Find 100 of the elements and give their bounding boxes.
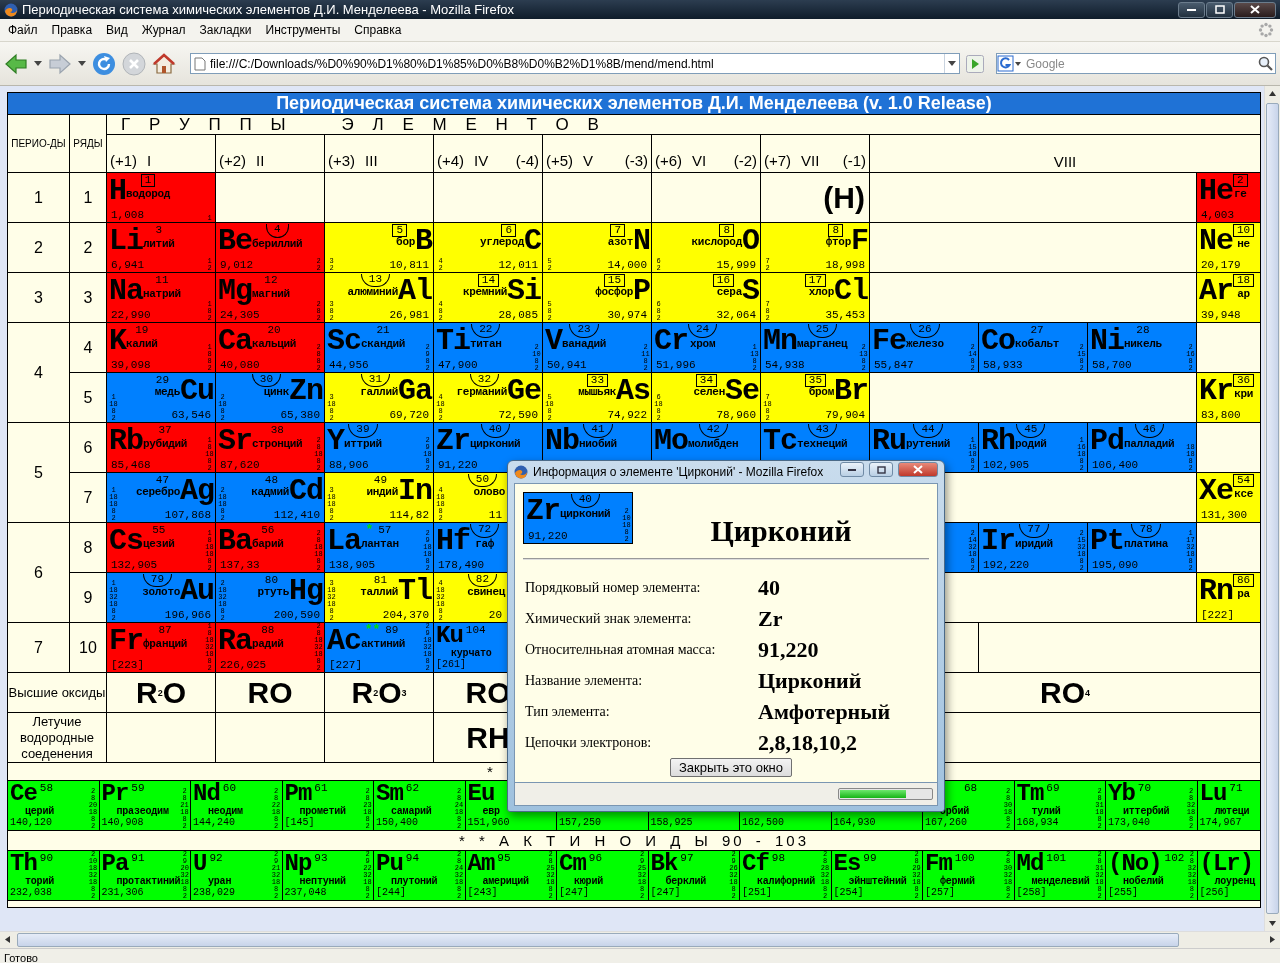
atomic-mass: 237,048 — [284, 887, 328, 900]
element-symbol: Pu — [376, 853, 403, 875]
element-name: гаф — [475, 538, 495, 551]
back-arrow-icon[interactable] — [4, 51, 28, 76]
element-name: серебро — [135, 486, 180, 498]
element-symbol: H — [109, 176, 126, 206]
element-name: рубидий — [143, 438, 188, 451]
close-icon — [913, 465, 923, 474]
atomic-mass: 192,220 — [982, 559, 1030, 572]
oxidation-state: (+4) — [437, 152, 465, 169]
search-box[interactable]: Google — [996, 53, 1276, 74]
atomic-mass: 58,700 — [1091, 359, 1132, 372]
atomic-mass: 72,590 — [498, 409, 539, 422]
maximize-icon — [876, 465, 886, 474]
reload-icon[interactable] — [92, 51, 116, 76]
element-name: кальций — [252, 338, 297, 351]
atomic-number: 57 — [377, 525, 393, 536]
atomic-mass: 131,300 — [1200, 509, 1248, 522]
element-symbol: Ku — [436, 625, 463, 647]
scroll-right-icon[interactable] — [1270, 936, 1275, 943]
column-header: РЯДЫ — [70, 115, 106, 172]
atomic-number: 3 — [154, 225, 164, 236]
group-number: II — [256, 152, 266, 169]
scroll-up-icon[interactable] — [1269, 91, 1276, 96]
menu-item[interactable]: Файл — [0, 23, 44, 37]
scroll-left-icon[interactable] — [5, 936, 10, 943]
menu-item[interactable]: Справка — [346, 23, 408, 37]
atomic-mass: 88,906 — [328, 459, 369, 472]
element-name: калий — [126, 338, 158, 351]
element-symbol: Np — [284, 853, 312, 875]
row-number: 9 — [70, 573, 106, 622]
atomic-number: 97 — [679, 853, 695, 864]
atomic-mass: 39,098 — [110, 359, 151, 372]
atomic-mass: 238,029 — [193, 887, 236, 900]
close-button[interactable] — [1234, 1, 1276, 18]
element-name: бром — [808, 386, 834, 398]
element-symbol: La — [327, 526, 361, 556]
home-icon[interactable] — [152, 51, 176, 76]
atomic-number: 94 — [404, 853, 420, 864]
atomic-mass: [223] — [110, 659, 144, 672]
google-g-icon[interactable] — [997, 55, 1023, 72]
atomic-mass: 14,000 — [607, 259, 648, 272]
element-symbol: Mn — [763, 326, 797, 356]
element-symbol: Fe — [872, 326, 906, 356]
window-title: Периодическая система химических элементов Д.И. Менделеева - Mozilla Firefox — [22, 2, 516, 17]
search-icon[interactable] — [1257, 55, 1275, 72]
element-name: евр — [481, 804, 501, 818]
element-symbol: As — [616, 376, 650, 406]
minimize-icon — [848, 468, 856, 471]
element-name: ниобий — [579, 438, 617, 451]
atomic-mass: [261] — [436, 659, 467, 672]
atomic-number: 8 — [828, 224, 843, 237]
address-field[interactable]: file:///C:/Downloads/%D0%90%D1%80%D1%85%D0%B8%D0%B2%D1%8B/mend/mend.html — [190, 53, 960, 74]
element-name: фосфор — [595, 286, 633, 298]
element-name: родий — [1015, 438, 1047, 451]
element-name: ге — [1234, 188, 1247, 201]
dropdown-caret-icon[interactable] — [34, 60, 42, 67]
menu-item[interactable]: Закладки — [191, 23, 258, 37]
atomic-number: 12 — [263, 275, 279, 286]
element-symbol: Tm — [1016, 783, 1044, 805]
vertical-scrollbar[interactable] — [1264, 86, 1280, 931]
horizontal-scrollbar[interactable] — [0, 931, 1280, 948]
atomic-number: 71 — [1228, 783, 1244, 794]
atomic-number: 70 — [1136, 783, 1152, 794]
atomic-number: 4 — [265, 224, 289, 238]
atomic-mass: 162,500 — [742, 817, 785, 830]
minimize-button[interactable] — [1178, 1, 1205, 18]
element-name: индий — [366, 486, 398, 498]
element-name: нептуний — [298, 875, 347, 888]
maximize-button[interactable] — [869, 462, 893, 477]
atomic-mass: 91,220 — [437, 459, 478, 472]
element-symbol: Eu — [467, 783, 495, 805]
menu-item[interactable]: Инструменты — [257, 23, 347, 37]
atomic-number: 100 — [953, 853, 976, 864]
atomic-mass: 132,905 — [110, 559, 158, 572]
element-symbol: Nb — [545, 426, 579, 456]
minimize-button[interactable] — [840, 462, 864, 477]
atomic-mass: 39,948 — [1200, 309, 1241, 322]
element-name: тулий — [1030, 804, 1062, 818]
menu-item[interactable]: Правка — [43, 23, 99, 37]
close-window-button[interactable]: Закрыть это окно — [670, 758, 792, 777]
minimize-icon — [1187, 8, 1196, 11]
asterisk: ** — [364, 624, 381, 636]
atomic-mass: 1,008 — [110, 209, 144, 222]
element-symbol: Sm — [376, 783, 403, 805]
element-name: натрий — [143, 288, 181, 301]
maximize-button[interactable] — [1206, 1, 1233, 18]
menu-item[interactable]: Журнал — [133, 23, 192, 37]
element-name: хром — [690, 338, 716, 351]
element-symbol: O — [742, 226, 759, 256]
atomic-mass: 106,400 — [1091, 459, 1139, 472]
menu-item[interactable]: Вид — [98, 23, 134, 37]
atomic-mass: [256] — [1199, 887, 1231, 900]
atomic-mass: 158,925 — [650, 817, 694, 830]
dropdown-caret-icon[interactable] — [78, 60, 86, 67]
element-cell[interactable]: (Lr) лоуренц [256] — [1197, 851, 1260, 900]
element-symbol: Ar — [1199, 276, 1233, 306]
atomic-mass: 15,999 — [716, 259, 757, 272]
dropdown-caret-icon[interactable] — [948, 60, 956, 67]
scroll-down-icon[interactable] — [1269, 921, 1276, 926]
